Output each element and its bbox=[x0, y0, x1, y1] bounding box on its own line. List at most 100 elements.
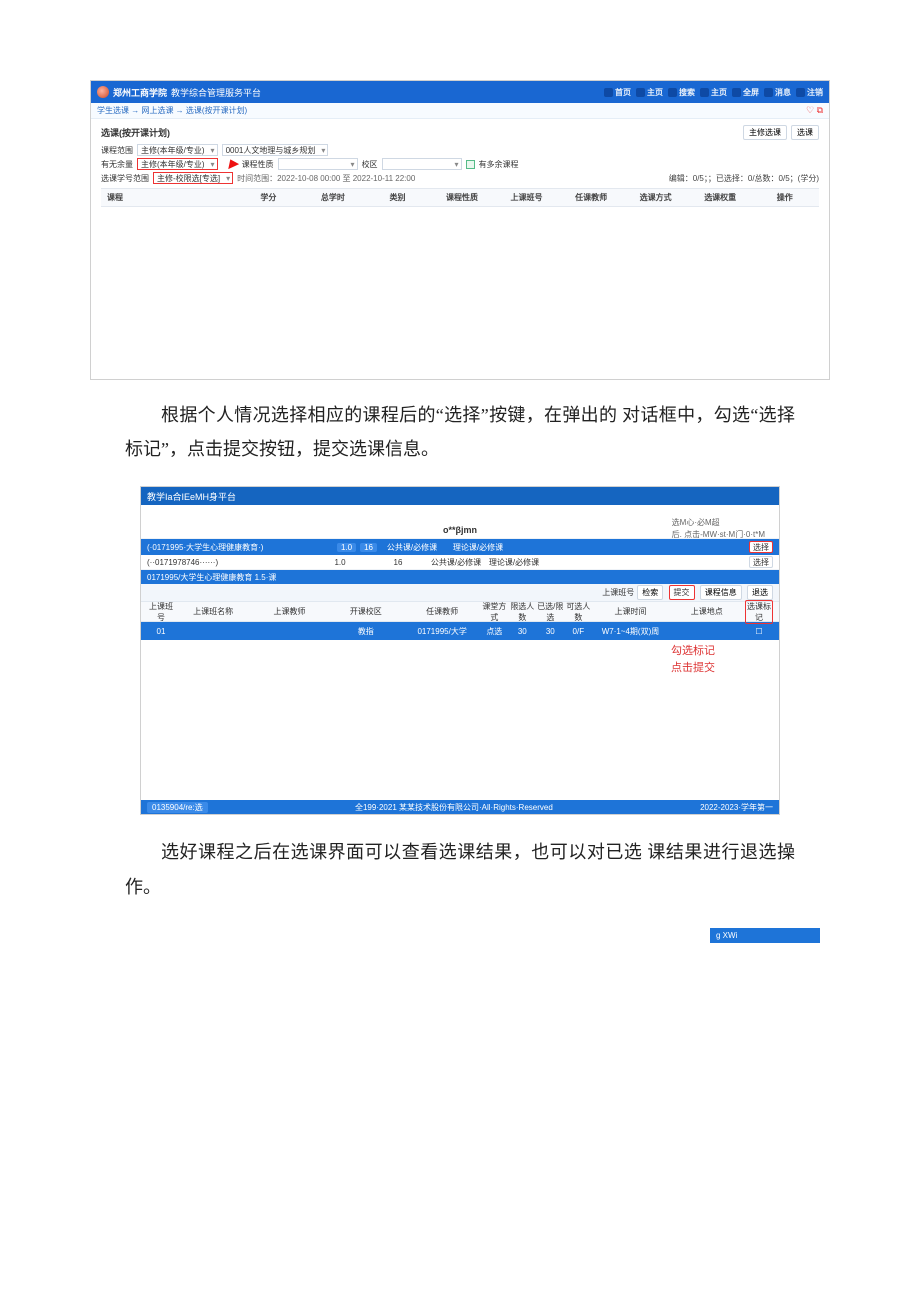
btn-course-info[interactable]: 课程信息 bbox=[700, 585, 742, 600]
c2-select-button[interactable]: 选择 bbox=[749, 556, 773, 568]
select-scope[interactable]: 主修(本年级/专业) bbox=[137, 144, 218, 156]
top-icon-search[interactable]: 搜索 bbox=[668, 87, 695, 98]
top-icon-4[interactable]: 主页 bbox=[700, 87, 727, 98]
screenshot-2: 教学Ia合IEeMH身平台 o**βjmn 选M心·必M超 后. 点击-MW·s… bbox=[140, 486, 780, 815]
h-classname: 上课班名称 bbox=[175, 606, 251, 617]
c1-type: 公共课/必修课 bbox=[381, 542, 443, 553]
top-icon-main[interactable]: 主页 bbox=[636, 87, 663, 98]
time-note: 时间范围：2022-10-08 00:00 至 2022-10-11 22:00 bbox=[237, 173, 415, 184]
h-teacher2: 任课教师 bbox=[404, 606, 480, 617]
r-avail: 0/F bbox=[564, 627, 592, 636]
select-nature[interactable] bbox=[278, 158, 358, 170]
footer-mid: 全199·2021 某某技术股份有限公司·All·Rights·Reserved bbox=[355, 802, 553, 813]
c1-select-button[interactable]: 选择 bbox=[749, 541, 773, 553]
s2-footer: 0135904/re:选 全199·2021 某某技术股份有限公司·All·Ri… bbox=[141, 800, 779, 814]
panel-header-actions: 主修选课 选课 bbox=[743, 125, 819, 140]
subpanel-btns: 检索 提交 课程信息 退选 bbox=[634, 585, 773, 600]
h-teacher: 上课教师 bbox=[251, 606, 327, 617]
heart-icon[interactable]: ♡ ⧉ bbox=[806, 105, 823, 116]
top-icon-fullscreen[interactable]: 全屏 bbox=[732, 87, 759, 98]
app-title-suffix: 教学综合管理服务平台 bbox=[171, 86, 261, 99]
filter-row-3: 选课学号范围 主修-校限选[专选] 时间范围：2022-10-08 00:00 … bbox=[101, 172, 819, 184]
r-mark-checkbox[interactable]: ☐ bbox=[745, 627, 773, 636]
footer-left: 0135904/re:选 bbox=[147, 802, 208, 813]
s2-topbar: 教学Ia合IEeMH身平台 bbox=[141, 487, 779, 505]
r-limit: 30 bbox=[508, 627, 536, 636]
breadcrumb: 学生选课 → 网上选课 → 选课(按开课计划) bbox=[97, 105, 247, 116]
th-method: 选课方式 bbox=[623, 192, 688, 203]
top-icon-msg[interactable]: 消息 bbox=[764, 87, 791, 98]
c1-credit: 1.0 bbox=[337, 543, 356, 552]
course-table-head: 课程 学分 总学时 类别 课程性质 上课班号 任课教师 选课方式 选课权重 操作 bbox=[101, 189, 819, 206]
checkbox-extra[interactable] bbox=[466, 160, 475, 169]
btn-select[interactable]: 选课 bbox=[791, 125, 819, 140]
red-annotation: 勾选标记 点击提交 bbox=[671, 643, 715, 676]
c2-nature: 理论课/必修课 bbox=[487, 557, 541, 568]
r-mode: 点选 bbox=[480, 626, 508, 637]
label-batch: 选课学号范围 bbox=[101, 173, 149, 184]
breadcrumb-bar: 学生选课 → 网上选课 → 选课(按开课计划) ♡ ⧉ bbox=[91, 103, 829, 119]
label-dept: 有无余量 bbox=[101, 159, 133, 170]
btn-search[interactable]: 检索 bbox=[637, 585, 663, 600]
select-batch[interactable]: 主修-校限选[专选] bbox=[153, 172, 233, 184]
r-campus: 教指 bbox=[328, 626, 404, 637]
meta-right: 编辑：0/5；；已选择：0/总数：0/5；(学分) bbox=[669, 173, 819, 184]
checkbox-label: 有多余课程 bbox=[479, 159, 519, 170]
top-icon-row: 首页 主页 搜索 主页 全屏 消息 注销 bbox=[604, 87, 823, 98]
r-classno: 01 bbox=[147, 627, 175, 636]
panel-body: 选课(按开课计划) 主修选课 选课 课程范围 主修(本年级/专业) 0001人文… bbox=[91, 119, 829, 379]
r-time: W7·1~4期(双)周 bbox=[592, 626, 668, 637]
btn-submit[interactable]: 提交 bbox=[669, 585, 695, 600]
c2-hours: 16 bbox=[371, 558, 425, 567]
c1-name: (·0171995·大学生心理健康教育·) bbox=[147, 542, 333, 553]
th-class: 上课班号 bbox=[494, 192, 559, 203]
th-type: 类别 bbox=[365, 192, 430, 203]
class-row[interactable]: 01 教指 0171995/大学 点选 30 30 0/F W7·1~4期(双)… bbox=[141, 622, 779, 640]
select-dept[interactable]: 主修(本年级/专业) bbox=[137, 158, 218, 170]
btn-drop[interactable]: 退选 bbox=[747, 585, 773, 600]
annot-line-2: 点击提交 bbox=[671, 660, 715, 677]
c1-hours: 16 bbox=[360, 543, 377, 552]
panel-header: 选课(按开课计划) 主修选课 选课 bbox=[101, 125, 819, 140]
select-major[interactable]: 0001人文地理与城乡规划 bbox=[222, 144, 329, 156]
course-row-2[interactable]: (··0171978746······) 1.0 16 公共课/必修课 理论课/… bbox=[141, 555, 779, 570]
footer-right: 2022-2023·学年第一 bbox=[700, 802, 773, 813]
filter-row-1: 课程范围 主修(本年级/专业) 0001人文地理与城乡规划 bbox=[101, 144, 819, 156]
btn-group[interactable]: 主修选课 bbox=[743, 125, 787, 140]
th-teacher: 任课教师 bbox=[559, 192, 624, 203]
th-weight: 选课权重 bbox=[688, 192, 753, 203]
annot-line-1: 勾选标记 bbox=[671, 643, 715, 660]
th-op: 操作 bbox=[752, 192, 817, 203]
c2-credit: 1.0 bbox=[313, 558, 367, 567]
r-sel: 30 bbox=[536, 627, 564, 636]
h-campus: 开课校区 bbox=[328, 606, 404, 617]
s3-text: g XWi bbox=[716, 931, 737, 940]
top-icon-home[interactable]: 首页 bbox=[604, 87, 631, 98]
app-logo-area: 郑州工商学院 教学综合管理服务平台 bbox=[97, 86, 261, 99]
select-campus[interactable] bbox=[382, 158, 462, 170]
app-titlebar: 郑州工商学院 教学综合管理服务平台 首页 主页 搜索 主页 全屏 消息 注销 bbox=[91, 81, 829, 103]
lbl-classno: 上课班号 bbox=[602, 587, 634, 598]
label-scope: 课程范围 bbox=[101, 145, 133, 156]
subpanel-toolbar: 上课班号 检索 提交 课程信息 退选 bbox=[141, 584, 779, 602]
screenshot-3-fragment: g XWi bbox=[710, 928, 820, 943]
filter-row-2: 有无余量 主修(本年级/专业) 课程性质 校区 有多余课程 bbox=[101, 158, 819, 170]
course-row-1[interactable]: (·0171995·大学生心理健康教育·) 1.0 16 公共课/必修课 理论课… bbox=[141, 539, 779, 555]
r-teacher2: 0171995/大学 bbox=[404, 626, 480, 637]
th-nature: 课程性质 bbox=[430, 192, 495, 203]
right-note-1: 选M心·必M超 bbox=[672, 517, 765, 528]
top-icon-logout[interactable]: 注销 bbox=[796, 87, 823, 98]
th-hours: 总学时 bbox=[301, 192, 366, 203]
th-course: 课程 bbox=[103, 192, 236, 203]
h-limit: 限选人数 bbox=[508, 601, 536, 623]
paragraph-2: 选好课程之后在选课界面可以查看选课结果，也可以对已选 课结果进行退选操作。 bbox=[125, 835, 795, 903]
c2-type: 公共课/必修课 bbox=[429, 557, 483, 568]
school-logo-icon bbox=[97, 86, 109, 98]
class-table-head: 上课班号 上课班名称 上课教师 开课校区 任课教师 课堂方式 限选人数 已选/限… bbox=[141, 602, 779, 622]
right-note-2: 后. 点击-MW·st·M门·0·t*M bbox=[672, 529, 765, 540]
h-sel: 已选/限选 bbox=[536, 601, 564, 623]
h-mark[interactable]: 选课标记 bbox=[745, 600, 773, 624]
app-title-cn: 郑州工商学院 bbox=[113, 86, 167, 99]
red-arrow-annotation-icon bbox=[224, 157, 238, 169]
paragraph-1: 根据个人情况选择相应的课程后的“选择”按键，在弹出的 对话框中，勾选“选择标记”… bbox=[125, 398, 795, 466]
